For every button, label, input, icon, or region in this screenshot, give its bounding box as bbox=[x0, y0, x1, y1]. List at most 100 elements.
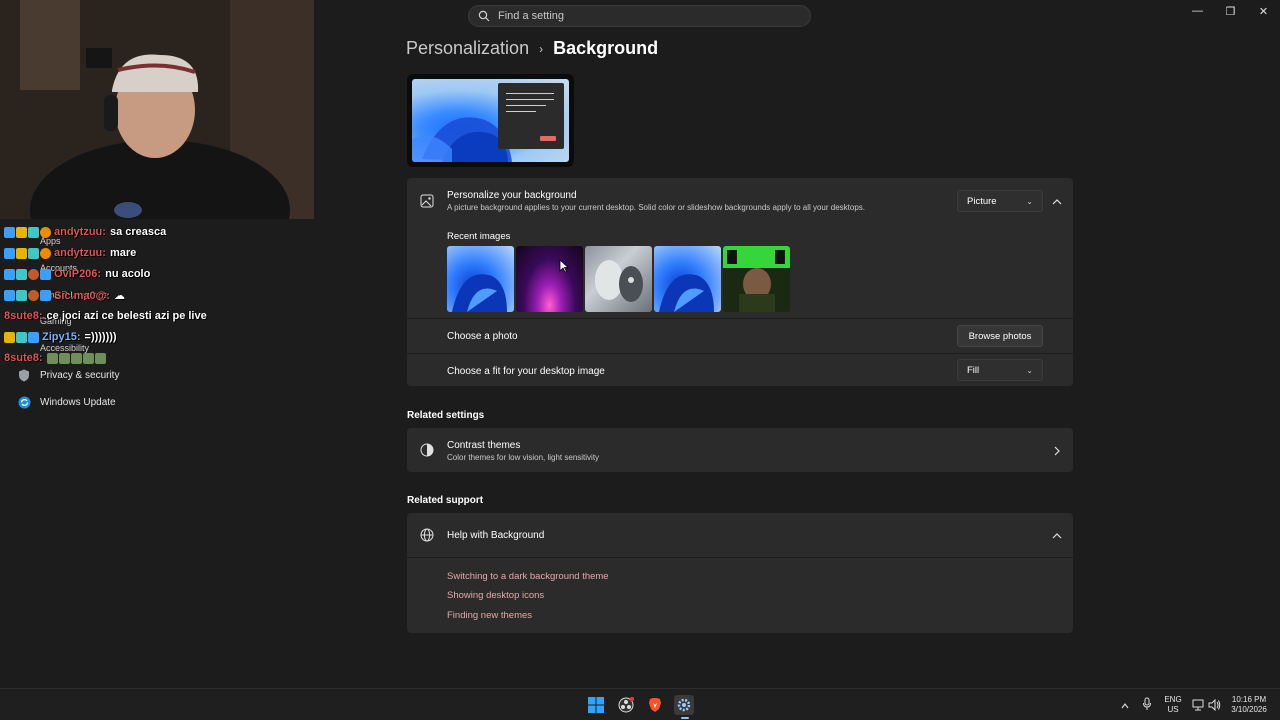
chat-username: andytzuu: bbox=[54, 247, 106, 259]
emote-icon bbox=[70, 352, 82, 364]
emote-icon bbox=[58, 352, 70, 364]
recent-images-label: Recent images bbox=[447, 231, 511, 242]
search-box[interactable] bbox=[468, 5, 811, 27]
recent-image-thumbnail[interactable] bbox=[516, 246, 583, 312]
search-icon bbox=[478, 10, 490, 22]
contrast-text: Contrast themes Color themes for low vis… bbox=[447, 440, 599, 462]
help-title[interactable]: Help with Background bbox=[447, 530, 544, 541]
personalize-header: Personalize your background A picture ba… bbox=[447, 190, 947, 212]
fit-dropdown[interactable]: Fill ⌄ bbox=[957, 359, 1043, 381]
chat-text: sa creasca bbox=[109, 226, 167, 238]
chat-username: 8sute8: bbox=[4, 352, 43, 364]
preview-wallpaper bbox=[412, 79, 569, 162]
page-title: Background bbox=[553, 38, 659, 58]
preview-window bbox=[498, 83, 564, 149]
nav-item-windows-update[interactable]: Windows Update bbox=[17, 395, 116, 409]
chevron-down-icon: ⌄ bbox=[1026, 365, 1033, 375]
dropdown-value: Fill bbox=[967, 364, 980, 376]
clock[interactable]: 10:16 PM 3/10/2026 bbox=[1224, 695, 1274, 715]
start-button[interactable] bbox=[586, 695, 606, 715]
region-code: US bbox=[1167, 705, 1179, 714]
badge-icon bbox=[28, 331, 39, 343]
badge-icon bbox=[16, 331, 27, 343]
badge-icon bbox=[16, 290, 27, 301]
minimize-button[interactable]: — bbox=[1181, 0, 1214, 22]
badge-icon bbox=[28, 290, 39, 301]
breadcrumb-parent[interactable]: Personalization bbox=[406, 38, 529, 59]
chat-message: Sic.ma0@: ☁ bbox=[4, 289, 125, 302]
globe-icon bbox=[420, 528, 434, 542]
choose-photo-label: Choose a photo bbox=[447, 331, 518, 342]
badge-icon bbox=[28, 226, 39, 238]
desktop-preview bbox=[407, 74, 574, 167]
recent-image-thumbnail[interactable] bbox=[447, 246, 514, 312]
crown-icon bbox=[16, 226, 27, 238]
chevron-up-icon[interactable] bbox=[1051, 195, 1063, 207]
badge-icon bbox=[4, 226, 15, 238]
brave-browser-icon[interactable] bbox=[645, 695, 665, 715]
badge-icon bbox=[4, 290, 15, 301]
personalize-title: Personalize your background bbox=[447, 190, 577, 201]
recent-image-thumbnail[interactable] bbox=[654, 246, 721, 312]
update-icon bbox=[17, 395, 31, 409]
recent-image-thumbnail[interactable] bbox=[585, 246, 652, 312]
chat-text: mare bbox=[109, 247, 137, 259]
badge-icon bbox=[40, 226, 51, 238]
search-input[interactable] bbox=[498, 10, 798, 22]
related-support-heading: Related support bbox=[407, 495, 484, 506]
chevron-up-icon[interactable] bbox=[1120, 698, 1130, 716]
active-app-indicator bbox=[681, 717, 689, 719]
contrast-description: Color themes for low vision, light sensi… bbox=[447, 453, 600, 462]
network-icon[interactable] bbox=[1192, 698, 1204, 716]
personalize-description: A picture background applies to your cur… bbox=[447, 203, 866, 212]
contrast-icon bbox=[420, 443, 434, 457]
background-type-dropdown[interactable]: Picture ⌄ bbox=[957, 190, 1043, 212]
chat-message: andytzuu: mare bbox=[4, 247, 136, 259]
settings-app-icon[interactable] bbox=[674, 695, 694, 715]
taskbar: ENG US 10:16 PM 3/10/2026 bbox=[0, 688, 1280, 720]
badge-icon bbox=[40, 247, 51, 259]
chevron-right-icon bbox=[1052, 444, 1062, 456]
badge-icon bbox=[40, 290, 51, 301]
nav-item-label: Privacy & security bbox=[40, 369, 120, 381]
badge-icon bbox=[4, 247, 15, 259]
badge-icon bbox=[28, 268, 39, 280]
chat-username: Sic.ma0@: bbox=[54, 289, 110, 302]
recent-image-thumbnail[interactable] bbox=[723, 246, 790, 312]
chat-message: 8sute8: ce joci azi ce belesti azi pe li… bbox=[4, 310, 207, 322]
crown-icon bbox=[16, 247, 27, 259]
restore-button[interactable]: ❐ bbox=[1214, 0, 1247, 22]
emote-icon bbox=[82, 352, 94, 364]
browse-photos-button[interactable]: Browse photos bbox=[957, 325, 1043, 347]
emote-icon bbox=[94, 352, 106, 364]
help-link[interactable]: Switching to a dark background theme bbox=[447, 571, 609, 582]
mouse-cursor-icon bbox=[559, 259, 570, 273]
chat-text: =))))))) bbox=[84, 331, 117, 343]
nav-item-label: Windows Update bbox=[40, 396, 116, 408]
webcam-overlay bbox=[0, 0, 314, 219]
chat-username: Zipy15: bbox=[42, 331, 81, 343]
image-icon bbox=[420, 194, 434, 208]
close-button[interactable]: ✕ bbox=[1247, 0, 1280, 22]
input-language[interactable]: ENG US bbox=[1162, 695, 1184, 715]
related-settings-heading: Related settings bbox=[407, 410, 485, 421]
chat-username: OviP206: bbox=[54, 268, 102, 280]
emote-icon bbox=[46, 352, 58, 364]
volume-icon[interactable] bbox=[1208, 698, 1221, 716]
chat-message: 8sute8: bbox=[4, 352, 107, 364]
chevron-right-icon: › bbox=[539, 41, 544, 56]
chevron-up-icon[interactable] bbox=[1051, 529, 1063, 541]
fit-label: Choose a fit for your desktop image bbox=[447, 366, 605, 377]
chat-message: andytzuu: sa creasca bbox=[4, 226, 166, 238]
microphone-icon[interactable] bbox=[1142, 697, 1152, 716]
obs-app-icon[interactable] bbox=[616, 695, 636, 715]
help-link[interactable]: Showing desktop icons bbox=[447, 590, 544, 601]
cloud-emote-icon: ☁ bbox=[113, 290, 125, 302]
nav-item-privacy[interactable]: Privacy & security bbox=[17, 368, 119, 382]
chevron-down-icon: ⌄ bbox=[1026, 196, 1033, 206]
dropdown-value: Picture bbox=[967, 195, 997, 207]
chat-username: 8sute8: bbox=[4, 310, 43, 322]
help-link[interactable]: Finding new themes bbox=[447, 610, 532, 621]
language-code: ENG bbox=[1164, 695, 1182, 704]
badge-icon bbox=[16, 268, 27, 280]
